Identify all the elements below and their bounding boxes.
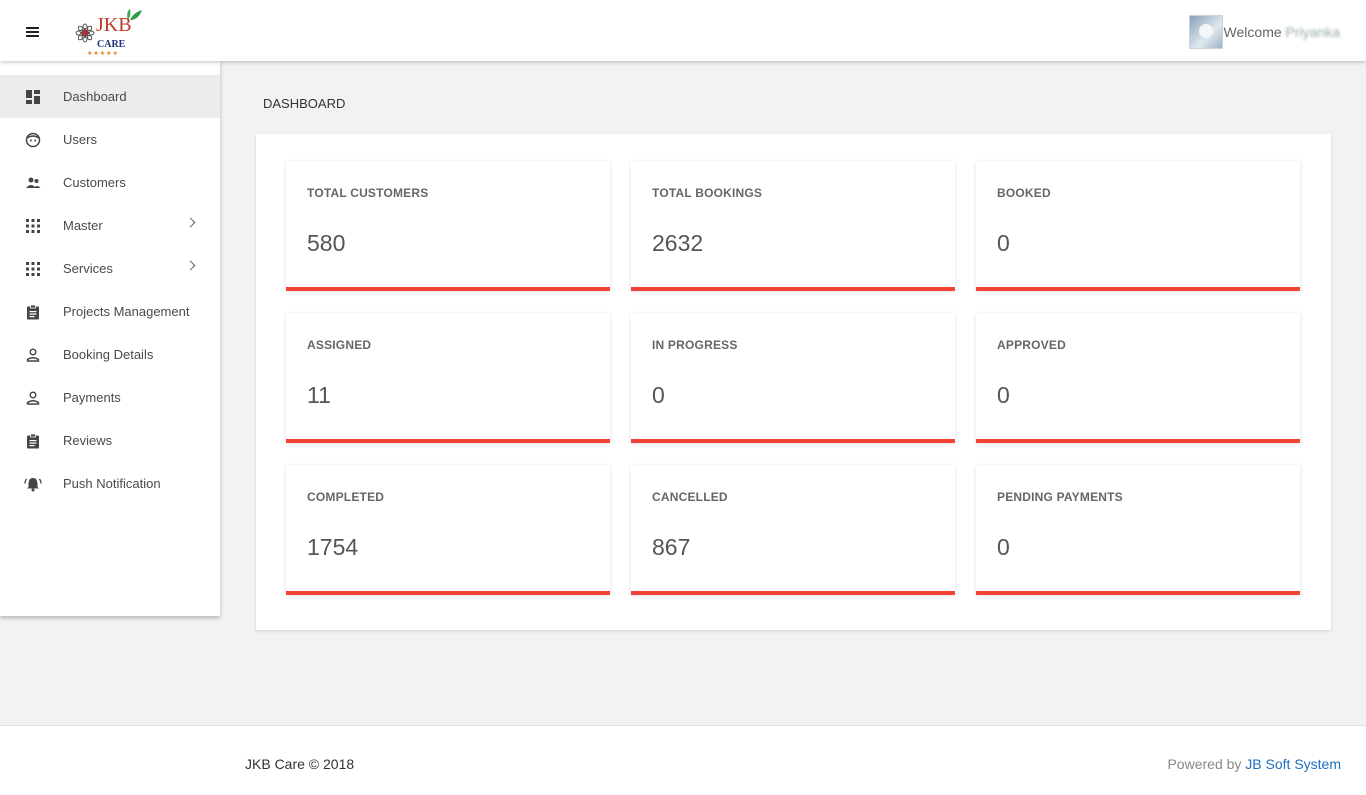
stat-card-booked[interactable]: BOOKED 0 — [976, 161, 1300, 291]
sidebar-item-booking-details[interactable]: Booking Details — [0, 333, 220, 376]
footer: JKB Care © 2018 Powered by JB Soft Syste… — [0, 725, 1366, 795]
chevron-right-icon — [185, 217, 196, 228]
logo-stars: ★★★★★ — [87, 50, 119, 57]
stat-value: 0 — [997, 382, 1010, 408]
sidebar-item-label: Dashboard — [63, 89, 127, 104]
stat-label: IN PROGRESS — [652, 338, 738, 352]
powered-by-link[interactable]: JB Soft System — [1245, 756, 1341, 772]
hamburger-icon[interactable] — [22, 22, 42, 38]
stat-label: APPROVED — [997, 338, 1066, 352]
face-icon — [24, 131, 42, 149]
sidebar-item-customers[interactable]: Customers — [0, 161, 220, 204]
stat-label: COMPLETED — [307, 490, 385, 504]
sidebar-item-label: Users — [63, 132, 97, 147]
sidebar-item-label: Push Notification — [63, 476, 161, 491]
people-icon — [24, 174, 42, 192]
dashboard-icon — [24, 88, 42, 106]
sidebar-item-dashboard[interactable]: Dashboard — [0, 75, 220, 118]
sidebar-item-payments[interactable]: Payments — [0, 376, 220, 419]
sidebar-item-label: Master — [63, 218, 103, 233]
logo-text: JKB — [96, 14, 132, 36]
stat-value: 0 — [652, 382, 665, 408]
sidebar-item-label: Customers — [63, 175, 126, 190]
stat-value: 1754 — [307, 534, 359, 560]
stat-card-total-bookings[interactable]: TOTAL BOOKINGS 2632 — [631, 161, 955, 291]
top-bar: JKB CARE ★★★★★ Welcome Priyanka — [0, 0, 1366, 61]
sidebar-item-users[interactable]: Users — [0, 118, 220, 161]
powered-by-label: Powered by — [1167, 756, 1242, 772]
stat-card-approved[interactable]: APPROVED 0 — [976, 313, 1300, 443]
stats-panel: TOTAL CUSTOMERS 580 TOTAL BOOKINGS 2632 … — [256, 134, 1331, 630]
sidebar-item-label: Booking Details — [63, 347, 154, 362]
user-menu[interactable]: Welcome Priyanka — [1188, 14, 1340, 50]
sidebar-item-projects-management[interactable]: Projects Management — [0, 290, 220, 333]
stat-value: 2632 — [652, 230, 704, 256]
sidebar-item-label: Reviews — [63, 433, 113, 448]
welcome-label: Welcome — [1223, 24, 1282, 40]
person-outline-icon — [24, 346, 42, 364]
stat-label: TOTAL CUSTOMERS — [307, 186, 429, 200]
stat-card-cancelled[interactable]: CANCELLED 867 — [631, 465, 955, 595]
sidebar-item-services[interactable]: Services — [0, 247, 220, 290]
clipboard-icon — [24, 303, 42, 321]
brand-logo[interactable]: JKB CARE ★★★★★ — [70, 8, 146, 58]
stat-value: 580 — [307, 230, 346, 256]
stat-card-pending-payments[interactable]: PENDING PAYMENTS 0 — [976, 465, 1300, 595]
stat-card-total-customers[interactable]: TOTAL CUSTOMERS 580 — [286, 161, 610, 291]
welcome-text: Welcome Priyanka — [1224, 24, 1340, 40]
alarm-bell-icon — [24, 475, 42, 493]
grid-icon — [24, 217, 42, 235]
stat-card-assigned[interactable]: ASSIGNED 11 — [286, 313, 610, 443]
stat-value: 0 — [997, 534, 1010, 560]
stat-label: ASSIGNED — [307, 338, 372, 352]
chevron-right-icon — [185, 260, 196, 271]
stat-card-completed[interactable]: COMPLETED 1754 — [286, 465, 610, 595]
copyright-text: JKB Care © 2018 — [245, 756, 355, 772]
clipboard-icon — [24, 432, 42, 450]
user-name: Priyanka — [1285, 24, 1340, 40]
sidebar-item-label: Payments — [63, 390, 121, 405]
powered-by: Powered by JB Soft System — [1167, 756, 1341, 772]
person-outline-icon — [24, 389, 42, 407]
stat-value: 0 — [997, 230, 1010, 256]
stat-label: BOOKED — [997, 186, 1051, 200]
sidebar-item-label: Projects Management — [63, 304, 190, 319]
sidebar-item-push-notification[interactable]: Push Notification — [0, 462, 220, 505]
sidebar: Dashboard Users Customers Master Service… — [0, 61, 220, 616]
stat-label: CANCELLED — [652, 490, 728, 504]
sidebar-item-reviews[interactable]: Reviews — [0, 419, 220, 462]
stat-value: 867 — [652, 534, 691, 560]
stat-card-in-progress[interactable]: IN PROGRESS 0 — [631, 313, 955, 443]
sidebar-item-label: Services — [63, 261, 113, 276]
stat-label: TOTAL BOOKINGS — [652, 186, 763, 200]
logo-subtext: CARE — [97, 39, 126, 50]
page-title: DASHBOARD — [263, 96, 346, 111]
grid-icon — [24, 260, 42, 278]
sidebar-item-master[interactable]: Master — [0, 204, 220, 247]
avatar[interactable] — [1188, 15, 1223, 49]
stat-label: PENDING PAYMENTS — [997, 490, 1123, 504]
stat-value: 11 — [307, 382, 331, 408]
